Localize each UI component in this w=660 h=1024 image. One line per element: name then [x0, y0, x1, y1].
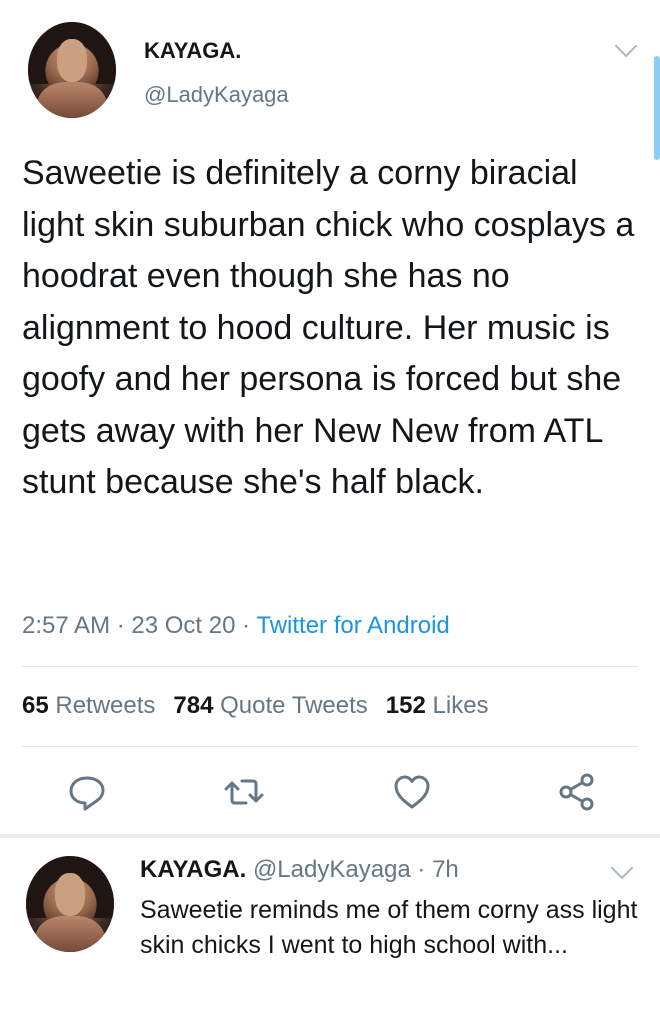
meta-separator: ·	[110, 612, 132, 639]
likes-label: Likes	[432, 692, 489, 719]
tweet-source-link[interactable]: Twitter for Android	[256, 612, 449, 639]
retweets-count: 65	[22, 692, 49, 719]
meta-separator: ·	[235, 612, 257, 639]
share-icon	[559, 773, 594, 811]
tweet-stats: 65 Retweets 784 Quote Tweets 152 Likes	[22, 692, 489, 720]
tweet-meta: 2:57 AM · 23 Oct 20 · Twitter for Androi…	[22, 612, 450, 640]
user-handle[interactable]: @LadyKayaga	[144, 82, 289, 108]
quotes-stat[interactable]: 784 Quote Tweets	[173, 692, 367, 719]
quotes-count: 784	[173, 692, 214, 719]
chevron-down-icon[interactable]	[614, 34, 638, 58]
tweet-time: 2:57 AM	[22, 612, 111, 639]
reply-age: 7h	[432, 856, 459, 883]
reply-avatar[interactable]	[26, 856, 114, 952]
likes-count: 152	[385, 692, 426, 719]
tweet-text: Saweetie is definitely a corny biracial …	[22, 154, 635, 501]
retweets-stat[interactable]: 65 Retweets	[22, 692, 155, 719]
scrollbar[interactable]	[654, 56, 660, 160]
quotes-label: Quote Tweets	[220, 692, 368, 719]
avatar[interactable]	[28, 22, 116, 118]
reply-display-name[interactable]: KAYAGA.	[140, 856, 246, 883]
retweet-icon	[224, 779, 264, 805]
share-button[interactable]	[555, 770, 599, 814]
display-name[interactable]: KAYAGA.	[144, 38, 241, 64]
reply-handle[interactable]: @LadyKayaga	[253, 856, 411, 883]
like-icon	[394, 775, 430, 809]
retweets-label: Retweets	[55, 692, 156, 719]
divider	[22, 746, 638, 747]
reply-icon	[69, 776, 105, 811]
likes-stat[interactable]: 152 Likes	[386, 692, 489, 719]
reply-text: Saweetie reminds me of them corny ass li…	[140, 896, 638, 959]
tweet-date: 23 Oct 20	[131, 612, 236, 639]
section-divider	[0, 834, 660, 838]
reply-separator: ·	[410, 856, 433, 883]
divider	[22, 666, 638, 667]
reply-chevron-down-icon[interactable]	[610, 856, 634, 880]
reply-button[interactable]	[65, 770, 109, 814]
like-button[interactable]	[390, 770, 434, 814]
reply-header: KAYAGA. @LadyKayaga · 7h	[140, 856, 459, 884]
retweet-button[interactable]	[222, 770, 266, 814]
